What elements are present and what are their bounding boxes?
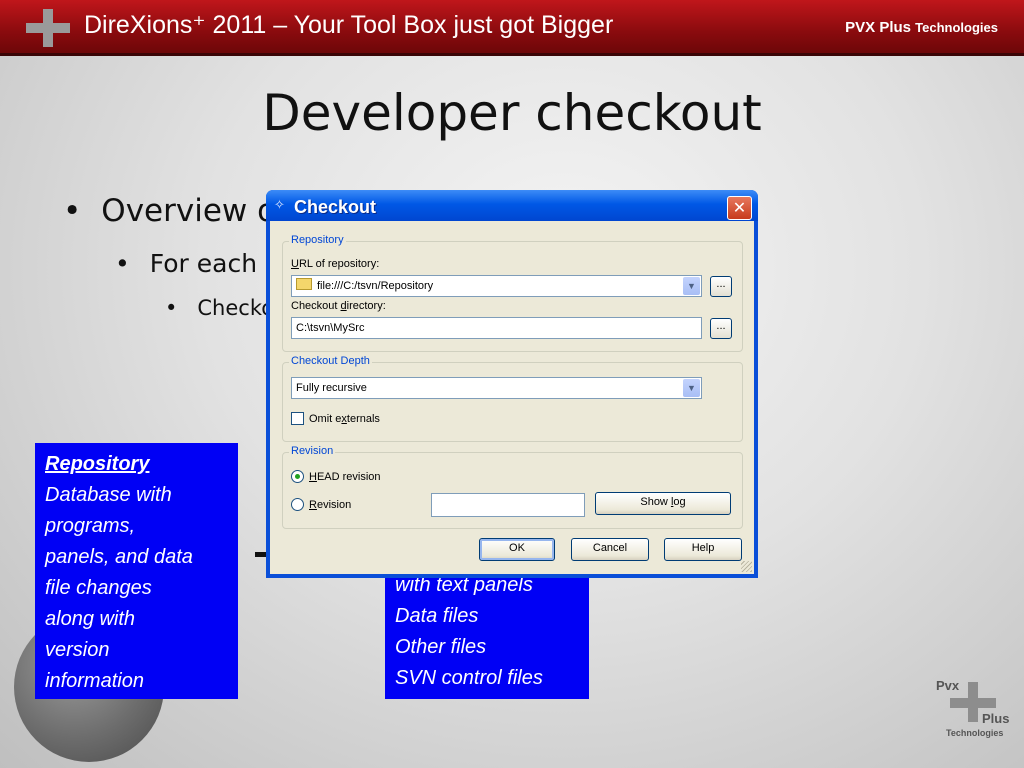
callout-line: Other files xyxy=(395,636,487,658)
specific-revision-label[interactable]: Revision xyxy=(309,499,351,511)
help-button[interactable]: Help xyxy=(664,538,742,561)
slide-title: Developer checkout xyxy=(262,84,762,142)
bullet-level-1: • Overview o xyxy=(63,193,276,229)
callout-heading: Repository xyxy=(45,453,150,475)
depth-group-label: Checkout Depth xyxy=(289,355,372,367)
checkout-depth-group: Checkout Depth Fully recursive ▼ Omit ex… xyxy=(282,355,743,442)
bullet-dot-icon: • xyxy=(63,193,82,229)
folder-icon xyxy=(296,278,312,290)
logo-tech-text: Technologies xyxy=(946,728,1004,738)
plus-logo-icon xyxy=(26,9,70,47)
show-log-button[interactable]: Show log xyxy=(595,492,731,515)
header-divider xyxy=(0,53,1024,56)
cancel-button[interactable]: Cancel xyxy=(571,538,649,561)
head-revision-label[interactable]: HEAD revision xyxy=(309,471,381,483)
bullet-text: For each xyxy=(149,249,258,278)
logo-pvx-text: Pvx xyxy=(936,678,960,693)
revision-group-label: Revision xyxy=(289,445,336,457)
revision-input[interactable] xyxy=(431,493,585,517)
omit-externals-checkbox[interactable] xyxy=(291,412,304,425)
working-copy-callout: with text panels Data files Other files … xyxy=(385,565,589,699)
bullet-text: Overview o xyxy=(101,193,277,229)
repository-group-label: Repository xyxy=(289,234,346,246)
logo-plus-text: Plus xyxy=(982,711,1010,726)
checkout-dir-label: Checkout directory: xyxy=(291,300,386,312)
dialog-titlebar[interactable]: ✧ Checkout ✕ xyxy=(266,190,758,221)
chevron-down-icon[interactable]: ▼ xyxy=(683,277,700,295)
url-combobox[interactable]: file:///C:/tsvn/Repository ▼ xyxy=(291,275,702,297)
revision-group: Revision HEAD revision Revision Show log xyxy=(282,445,743,529)
callout-line: file changes xyxy=(45,577,152,599)
company-suffix: Technologies xyxy=(915,20,998,35)
company-name: PVX Plus xyxy=(845,19,911,36)
dialog-body: Repository URL of repository: file:///C:… xyxy=(270,221,754,574)
browse-url-button[interactable]: ... xyxy=(710,276,732,297)
ok-button[interactable]: OK xyxy=(479,538,555,561)
specific-revision-radio[interactable] xyxy=(291,498,304,511)
callout-line: SVN control files xyxy=(395,667,543,689)
chevron-down-icon[interactable]: ▼ xyxy=(683,379,700,397)
close-button[interactable]: ✕ xyxy=(727,196,752,220)
depth-value: Fully recursive xyxy=(296,382,367,394)
head-revision-radio[interactable] xyxy=(291,470,304,483)
callout-line: version xyxy=(45,639,110,661)
callout-line: Database with xyxy=(45,484,172,506)
repository-group: Repository URL of repository: file:///C:… xyxy=(282,234,743,352)
url-label: URL of repository: xyxy=(291,258,380,270)
omit-externals-label[interactable]: Omit externals xyxy=(309,413,380,425)
browse-dir-button[interactable]: ... xyxy=(710,318,732,339)
checkout-dialog: ✧ Checkout ✕ Repository URL of repositor… xyxy=(266,190,758,578)
callout-line: information xyxy=(45,670,144,692)
callout-line: programs, xyxy=(45,515,136,537)
dialog-title: Checkout xyxy=(294,197,377,217)
callout-line: Data files xyxy=(395,605,479,627)
bullet-dot-icon: • xyxy=(165,296,178,320)
pvx-plus-logo: Pvx Plus Technologies xyxy=(930,676,1020,742)
tortoise-icon: ✧ xyxy=(274,198,285,213)
close-icon: ✕ xyxy=(732,198,747,217)
callout-line: panels, and data xyxy=(45,546,193,568)
header-company: PVX Plus Technologies xyxy=(845,19,998,36)
slide-header: DireXions⁺ 2011 – Your Tool Box just got… xyxy=(0,0,1024,53)
url-value: file:///C:/tsvn/Repository xyxy=(317,280,434,292)
header-title: DireXions⁺ 2011 – Your Tool Box just got… xyxy=(84,11,614,39)
bullet-level-3: • Checko xyxy=(165,296,274,320)
bullet-text: Checko xyxy=(197,296,275,320)
resize-grip-icon[interactable] xyxy=(741,561,752,572)
callout-line: along with xyxy=(45,608,136,630)
bullet-dot-icon: • xyxy=(115,249,130,278)
depth-combobox[interactable]: Fully recursive ▼ xyxy=(291,377,702,399)
logo-plus-icon-vertical xyxy=(968,682,978,722)
checkout-dir-input[interactable]: C:\tsvn\MySrc xyxy=(291,317,702,339)
bullet-level-2: • For each xyxy=(115,249,257,278)
repository-callout: Repository Database with programs, panel… xyxy=(35,443,238,699)
